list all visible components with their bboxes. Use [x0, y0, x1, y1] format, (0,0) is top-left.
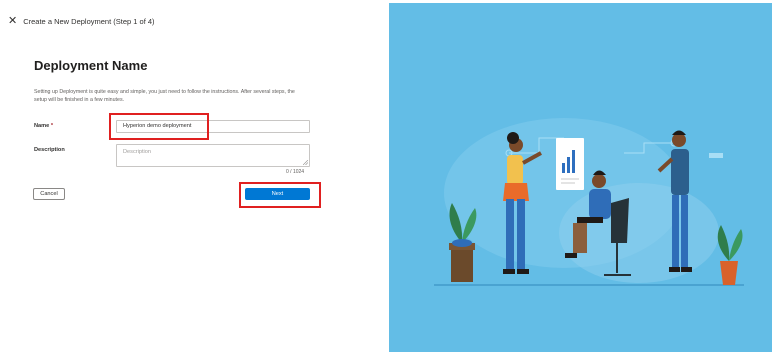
- resize-handle-icon[interactable]: [303, 160, 308, 165]
- illustration-panel: [389, 3, 772, 352]
- required-marker: *: [50, 123, 53, 129]
- name-highlight-box: [109, 113, 209, 140]
- description-textarea[interactable]: Description: [116, 144, 310, 167]
- dialog-header: ✕ Create a New Deployment (Step 1 of 4): [8, 16, 155, 27]
- name-label-text: Name: [34, 123, 50, 129]
- team-collaboration-illustration: [434, 118, 744, 286]
- dialog-title: Create a New Deployment (Step 1 of 4): [23, 17, 155, 26]
- form-panel: ✕ Create a New Deployment (Step 1 of 4) …: [0, 0, 388, 355]
- page-title: Deployment Name: [34, 58, 148, 73]
- description-label: Description: [34, 147, 65, 153]
- cancel-button[interactable]: Cancel: [33, 188, 65, 200]
- description-placeholder: Description: [123, 149, 151, 155]
- char-counter: 0 / 1024: [286, 169, 305, 175]
- instructions-text: Setting up Deployment is quite easy and …: [34, 89, 295, 103]
- next-highlight-box: [239, 182, 321, 208]
- name-label: Name *: [34, 123, 53, 129]
- close-icon[interactable]: ✕: [8, 16, 17, 27]
